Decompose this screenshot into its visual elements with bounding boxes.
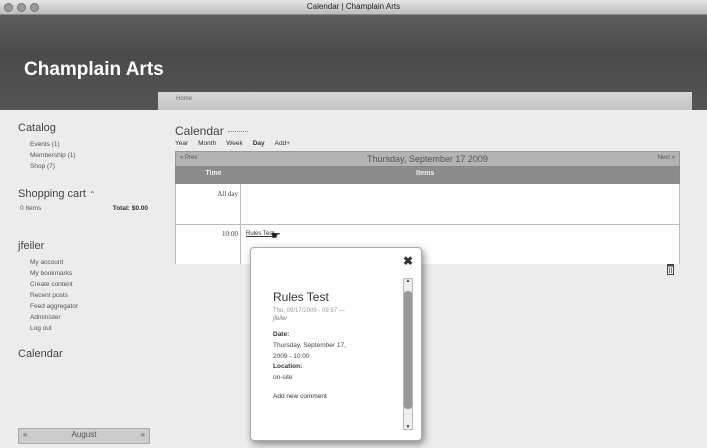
event-popup: ✖ Rules Test Thu, 09/17/2009 - 09:57 — j… <box>250 247 422 441</box>
popup-content: Rules Test Thu, 09/17/2009 - 09:57 — jfe… <box>273 290 403 400</box>
popup-date-label: Date: <box>273 331 290 338</box>
calendar-column-headers: Time Items <box>175 166 680 185</box>
tab-week[interactable]: Week <box>226 140 243 147</box>
tab-month[interactable]: Month <box>198 140 216 147</box>
page-title-text: Calendar <box>175 124 224 138</box>
popup-add-comment-link[interactable]: Add new comment <box>273 393 403 400</box>
popup-posted-date: Thu, 09/17/2009 - 09:57 — <box>273 308 345 314</box>
cart-summary: 0 Items Total: $0.00 <box>18 205 148 212</box>
scroll-down-arrow-icon[interactable]: ▼ <box>404 424 412 430</box>
popup-date-value-line1: Thursday, September 17, <box>273 342 346 349</box>
sidebar: Catalog Events (1) Membership (1) Shop (… <box>18 122 158 365</box>
column-header-items: Items <box>416 170 435 177</box>
user-menu-feed-aggregator[interactable]: Feed aggregator <box>30 301 158 312</box>
window-titlebar: Calendar | Champlain Arts <box>0 0 707 15</box>
event-link-rules-test[interactable]: Rules Test <box>246 231 274 237</box>
popup-event-title[interactable]: Rules Test <box>273 290 403 304</box>
main-content: Calendar Year Month Week Day Add+ <box>175 124 680 147</box>
user-block-title: jfeiler <box>18 240 45 252</box>
popup-author[interactable]: jfeiler <box>273 316 403 322</box>
all-day-label: All day <box>217 190 238 198</box>
cursor-icon: ☛ <box>271 230 281 242</box>
popup-location-value: on-site <box>273 374 293 381</box>
next-day-link[interactable]: Next » <box>658 155 675 161</box>
time-cell-1000: 10:00 <box>176 224 241 264</box>
column-header-time: Time <box>205 170 222 177</box>
user-menu-recent-posts[interactable]: Recent posts <box>30 290 158 301</box>
tab-year[interactable]: Year <box>175 140 188 147</box>
tab-add[interactable]: Add+ <box>275 140 290 147</box>
mini-calendar-header: « August » <box>18 428 150 444</box>
catalog-menu: Events (1) Membership (1) Shop (7) <box>18 139 158 172</box>
time-label-1000: 10:00 <box>222 230 238 238</box>
catalog-item-shop[interactable]: Shop (7) <box>30 161 158 172</box>
catalog-title: Catalog <box>18 122 56 134</box>
close-icon[interactable]: ✖ <box>403 254 413 268</box>
user-menu: My account My bookmarks Create content R… <box>18 257 158 334</box>
catalog-item-membership[interactable]: Membership (1) <box>30 150 158 161</box>
user-menu-my-bookmarks[interactable]: My bookmarks <box>30 268 158 279</box>
view-tabs: Year Month Week Day Add+ <box>175 140 680 147</box>
popup-scrollbar-thumb[interactable] <box>404 291 412 409</box>
popup-scrollbar[interactable]: ▲ ▼ <box>403 278 413 430</box>
all-day-row: All day <box>176 184 679 225</box>
catalog-item-events[interactable]: Events (1) <box>30 139 158 150</box>
user-menu-my-account[interactable]: My account <box>30 257 158 268</box>
mini-calendar-next[interactable]: » <box>141 430 145 439</box>
calendar-nav: « Prev Thursday, September 17 2009 Next … <box>175 151 680 167</box>
user-menu-administer[interactable]: Administer <box>30 312 158 323</box>
tab-day[interactable]: Day <box>253 140 265 147</box>
cart-title: Shopping cart ⌃ <box>18 188 158 200</box>
scroll-up-arrow-icon[interactable]: ▲ <box>404 278 412 284</box>
user-menu-log-out[interactable]: Log out <box>30 323 158 334</box>
trash-icon[interactable] <box>666 263 675 275</box>
user-menu-create-content[interactable]: Create content <box>30 279 158 290</box>
cart-arrow-icon[interactable]: ⌃ <box>89 190 96 199</box>
date-heading: Thursday, September 17 2009 <box>367 154 488 164</box>
site-name[interactable]: Champlain Arts <box>24 59 164 81</box>
page-title: Calendar <box>175 124 680 138</box>
cart-title-label: Shopping cart <box>18 188 86 200</box>
popup-location-label: Location: <box>273 363 303 370</box>
calendar-block-title: Calendar <box>18 348 63 360</box>
breadcrumb-home[interactable]: Home <box>176 96 192 102</box>
breadcrumb-bar: Home <box>158 92 692 111</box>
popup-date-value-line2: 2009 - 10:00 <box>273 353 310 360</box>
all-day-cell: All day <box>176 184 241 224</box>
mini-calendar-month: August <box>71 430 97 439</box>
window-title: Calendar | Champlain Arts <box>306 2 401 11</box>
cart-total: Total: $0.00 <box>112 205 148 212</box>
cart-items-count: 0 Items <box>20 205 42 212</box>
